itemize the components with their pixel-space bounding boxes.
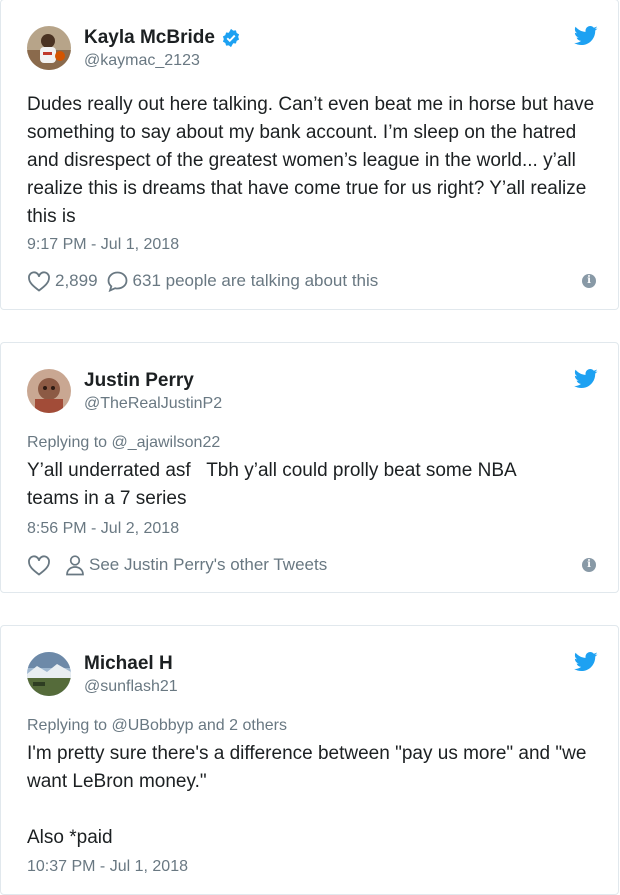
replying-to: Replying to @UBobbyp and 2 others — [27, 717, 287, 734]
twitter-bird-icon[interactable] — [574, 26, 598, 46]
twitter-bird-icon[interactable] — [574, 369, 598, 389]
tweet-timestamp[interactable]: 10:37 PM - Jul 1, 2018 — [27, 858, 188, 876]
tweet-card[interactable]: Michael H @sunflash21 Replying to @UBobb… — [0, 625, 619, 895]
tweet-card[interactable]: Kayla McBride @kaymac_2123 Dudes really … — [0, 0, 619, 310]
like-count: 2,899 — [55, 271, 98, 290]
author-handle[interactable]: @kaymac_2123 — [84, 52, 200, 70]
comment-icon — [107, 271, 127, 292]
author-name[interactable]: Michael H — [84, 653, 173, 675]
verified-badge-icon — [222, 28, 240, 48]
author-name[interactable]: Kayla McBride — [84, 27, 241, 49]
talking-count: 631 people are talking about this — [132, 271, 379, 290]
like-button[interactable] — [27, 554, 51, 576]
heart-icon — [28, 271, 50, 292]
author-handle[interactable]: @sunflash21 — [84, 678, 178, 696]
like-button[interactable]: 2,899 — [27, 270, 98, 292]
tweet-text: I'm pretty sure there's a difference bet… — [27, 743, 587, 848]
talking-about-link[interactable]: 631 people are talking about this — [106, 270, 379, 292]
avatar[interactable] — [27, 369, 71, 413]
info-icon[interactable]: i — [582, 274, 596, 288]
other-tweets-link[interactable]: See Justin Perry's other Tweets — [65, 554, 327, 576]
reply-target-link[interactable]: @_ajawilson22 — [112, 434, 221, 451]
replying-to: Replying to @_ajawilson22 — [27, 434, 221, 451]
twitter-bird-icon[interactable] — [574, 652, 598, 672]
tweet-actions: 2,899 631 people are talking about this — [27, 270, 598, 292]
other-tweets-label: See Justin Perry's other Tweets — [89, 555, 328, 574]
info-icon[interactable]: i — [582, 558, 596, 572]
heart-icon — [28, 555, 50, 576]
tweet-actions: See Justin Perry's other Tweets — [27, 554, 598, 576]
tweet-timestamp[interactable]: 9:17 PM - Jul 1, 2018 — [27, 236, 179, 254]
author-name[interactable]: Justin Perry — [84, 370, 194, 392]
tweet-timestamp[interactable]: 8:56 PM - Jul 2, 2018 — [27, 520, 179, 538]
person-icon — [66, 555, 84, 576]
tweet-text: Dudes really out here talking. Can’t eve… — [27, 94, 600, 227]
tweet-card[interactable]: Justin Perry @TheRealJustinP2 Replying t… — [0, 342, 619, 593]
avatar[interactable] — [27, 652, 71, 696]
reply-target-link[interactable]: @UBobbyp and 2 others — [112, 717, 287, 734]
author-handle[interactable]: @TheRealJustinP2 — [84, 395, 222, 413]
avatar[interactable] — [27, 26, 71, 70]
tweet-text: Y’all underrated asf Tbh y’all could pro… — [27, 460, 521, 509]
